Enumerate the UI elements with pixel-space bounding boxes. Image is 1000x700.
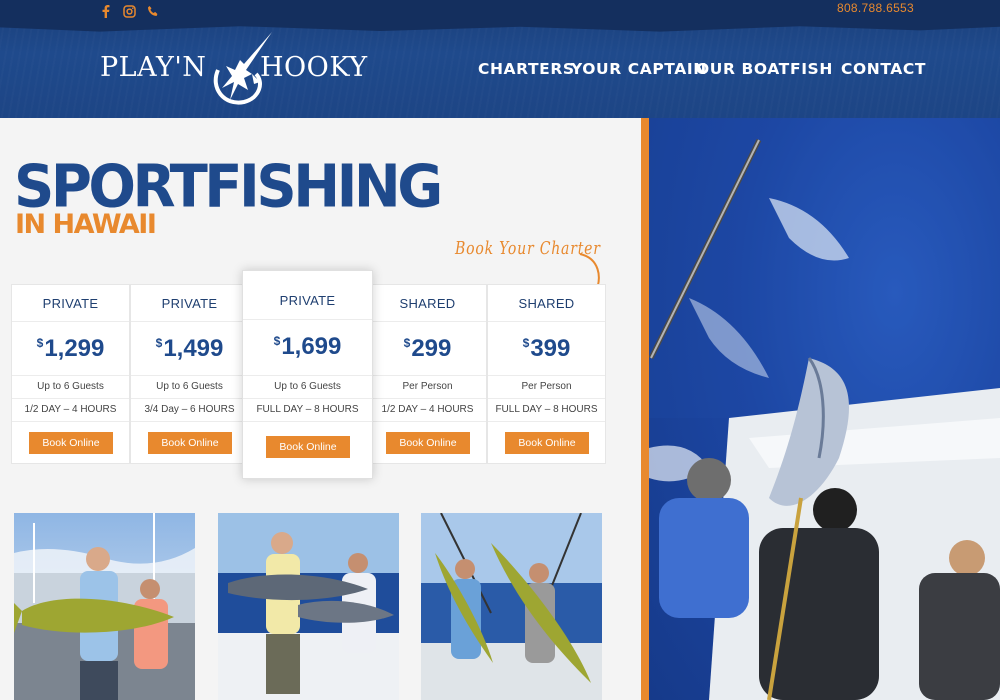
plan-duration: 3/4 Day – 6 HOURS xyxy=(144,404,235,415)
divider xyxy=(12,398,129,399)
site-header: 808.788.6553 PLAY'N HOOKY CHARTERS YOUR … xyxy=(0,0,1000,118)
currency-symbol: $ xyxy=(403,336,411,350)
plan-duration: 1/2 DAY – 4 HOURS xyxy=(381,404,474,415)
nav-our-boat[interactable]: OUR BOAT xyxy=(696,60,790,78)
plan-price: $299 xyxy=(369,335,486,363)
plan-type: PRIVATE xyxy=(161,296,218,311)
plan-guests: Up to 6 Guests xyxy=(274,381,341,392)
book-online-button[interactable]: Book Online xyxy=(386,432,470,454)
book-online-button[interactable]: Book Online xyxy=(505,432,589,454)
phone-number-link[interactable]: 808.788.6553 xyxy=(837,1,914,15)
logo-text-right: HOOKY xyxy=(260,52,368,83)
site-logo[interactable]: PLAY'N HOOKY xyxy=(100,32,370,110)
page-subtitle: IN HAWAII xyxy=(15,209,157,240)
currency-symbol: $ xyxy=(36,336,44,350)
plan-type: PRIVATE xyxy=(279,293,336,308)
divider xyxy=(488,398,605,399)
divider xyxy=(131,321,248,322)
divider xyxy=(131,421,248,422)
nav-contact[interactable]: CONTACT xyxy=(841,60,926,78)
pricing-card-featured: PRIVATE $1,699 Up to 6 Guests FULL DAY –… xyxy=(242,270,373,479)
plan-price: $1,499 xyxy=(131,335,248,363)
plan-guests: Up to 6 Guests xyxy=(37,381,104,392)
logo-text-left: PLAY'N xyxy=(100,52,207,83)
hero-fishing-photo xyxy=(649,118,1000,700)
price-value: 1,299 xyxy=(44,335,105,362)
divider xyxy=(369,421,486,422)
price-value: 1,499 xyxy=(163,335,224,362)
pricing-card: SHARED $299 Per Person 1/2 DAY – 4 HOURS… xyxy=(368,284,487,464)
orange-divider xyxy=(641,118,649,700)
price-value: 399 xyxy=(530,335,571,362)
divider xyxy=(243,398,372,399)
plan-guests: Per Person xyxy=(521,381,572,392)
divider xyxy=(243,421,372,422)
divider xyxy=(243,319,372,320)
divider xyxy=(369,321,486,322)
pricing-card: PRIVATE $1,499 Up to 6 Guests 3/4 Day – … xyxy=(130,284,249,464)
divider xyxy=(488,375,605,376)
plan-guests: Per Person xyxy=(402,381,453,392)
plan-type: SHARED xyxy=(518,296,575,311)
plan-price: $1,299 xyxy=(12,335,129,363)
plan-duration: FULL DAY – 8 HOURS xyxy=(256,404,359,415)
plan-type: SHARED xyxy=(399,296,456,311)
instagram-icon[interactable] xyxy=(122,4,136,18)
plan-price: $1,699 xyxy=(243,333,372,361)
currency-symbol: $ xyxy=(522,336,530,350)
currency-symbol: $ xyxy=(273,334,281,348)
nav-your-captain[interactable]: YOUR CAPTAIN xyxy=(571,60,707,78)
divider xyxy=(369,375,486,376)
plan-price: $399 xyxy=(488,335,605,363)
divider xyxy=(243,375,372,376)
nav-fish[interactable]: FISH xyxy=(790,60,833,78)
fishing-photo-3[interactable] xyxy=(421,513,602,700)
pricing-card: SHARED $399 Per Person FULL DAY – 8 HOUR… xyxy=(487,284,606,464)
book-online-button[interactable]: Book Online xyxy=(29,432,113,454)
plan-duration: FULL DAY – 8 HOURS xyxy=(495,404,598,415)
plan-guests: Up to 6 Guests xyxy=(156,381,223,392)
phone-icon[interactable] xyxy=(146,4,160,18)
book-online-button[interactable]: Book Online xyxy=(266,436,350,458)
nav-charters[interactable]: CHARTERS xyxy=(478,60,575,78)
plan-type: PRIVATE xyxy=(42,296,99,311)
fishing-photo-1[interactable] xyxy=(14,513,195,700)
divider xyxy=(12,321,129,322)
page-title: SPORTFISHING xyxy=(14,152,443,221)
book-online-button[interactable]: Book Online xyxy=(148,432,232,454)
divider xyxy=(12,421,129,422)
divider xyxy=(131,398,248,399)
divider xyxy=(131,375,248,376)
divider xyxy=(488,421,605,422)
divider xyxy=(488,321,605,322)
price-value: 299 xyxy=(411,335,452,362)
divider xyxy=(369,398,486,399)
facebook-icon[interactable] xyxy=(98,4,112,18)
currency-symbol: $ xyxy=(155,336,163,350)
fishing-photo-2[interactable] xyxy=(218,513,399,700)
plan-duration: 1/2 DAY – 4 HOURS xyxy=(24,404,117,415)
divider xyxy=(12,375,129,376)
pricing-card: PRIVATE $1,299 Up to 6 Guests 1/2 DAY – … xyxy=(11,284,130,464)
price-value: 1,699 xyxy=(281,333,342,360)
